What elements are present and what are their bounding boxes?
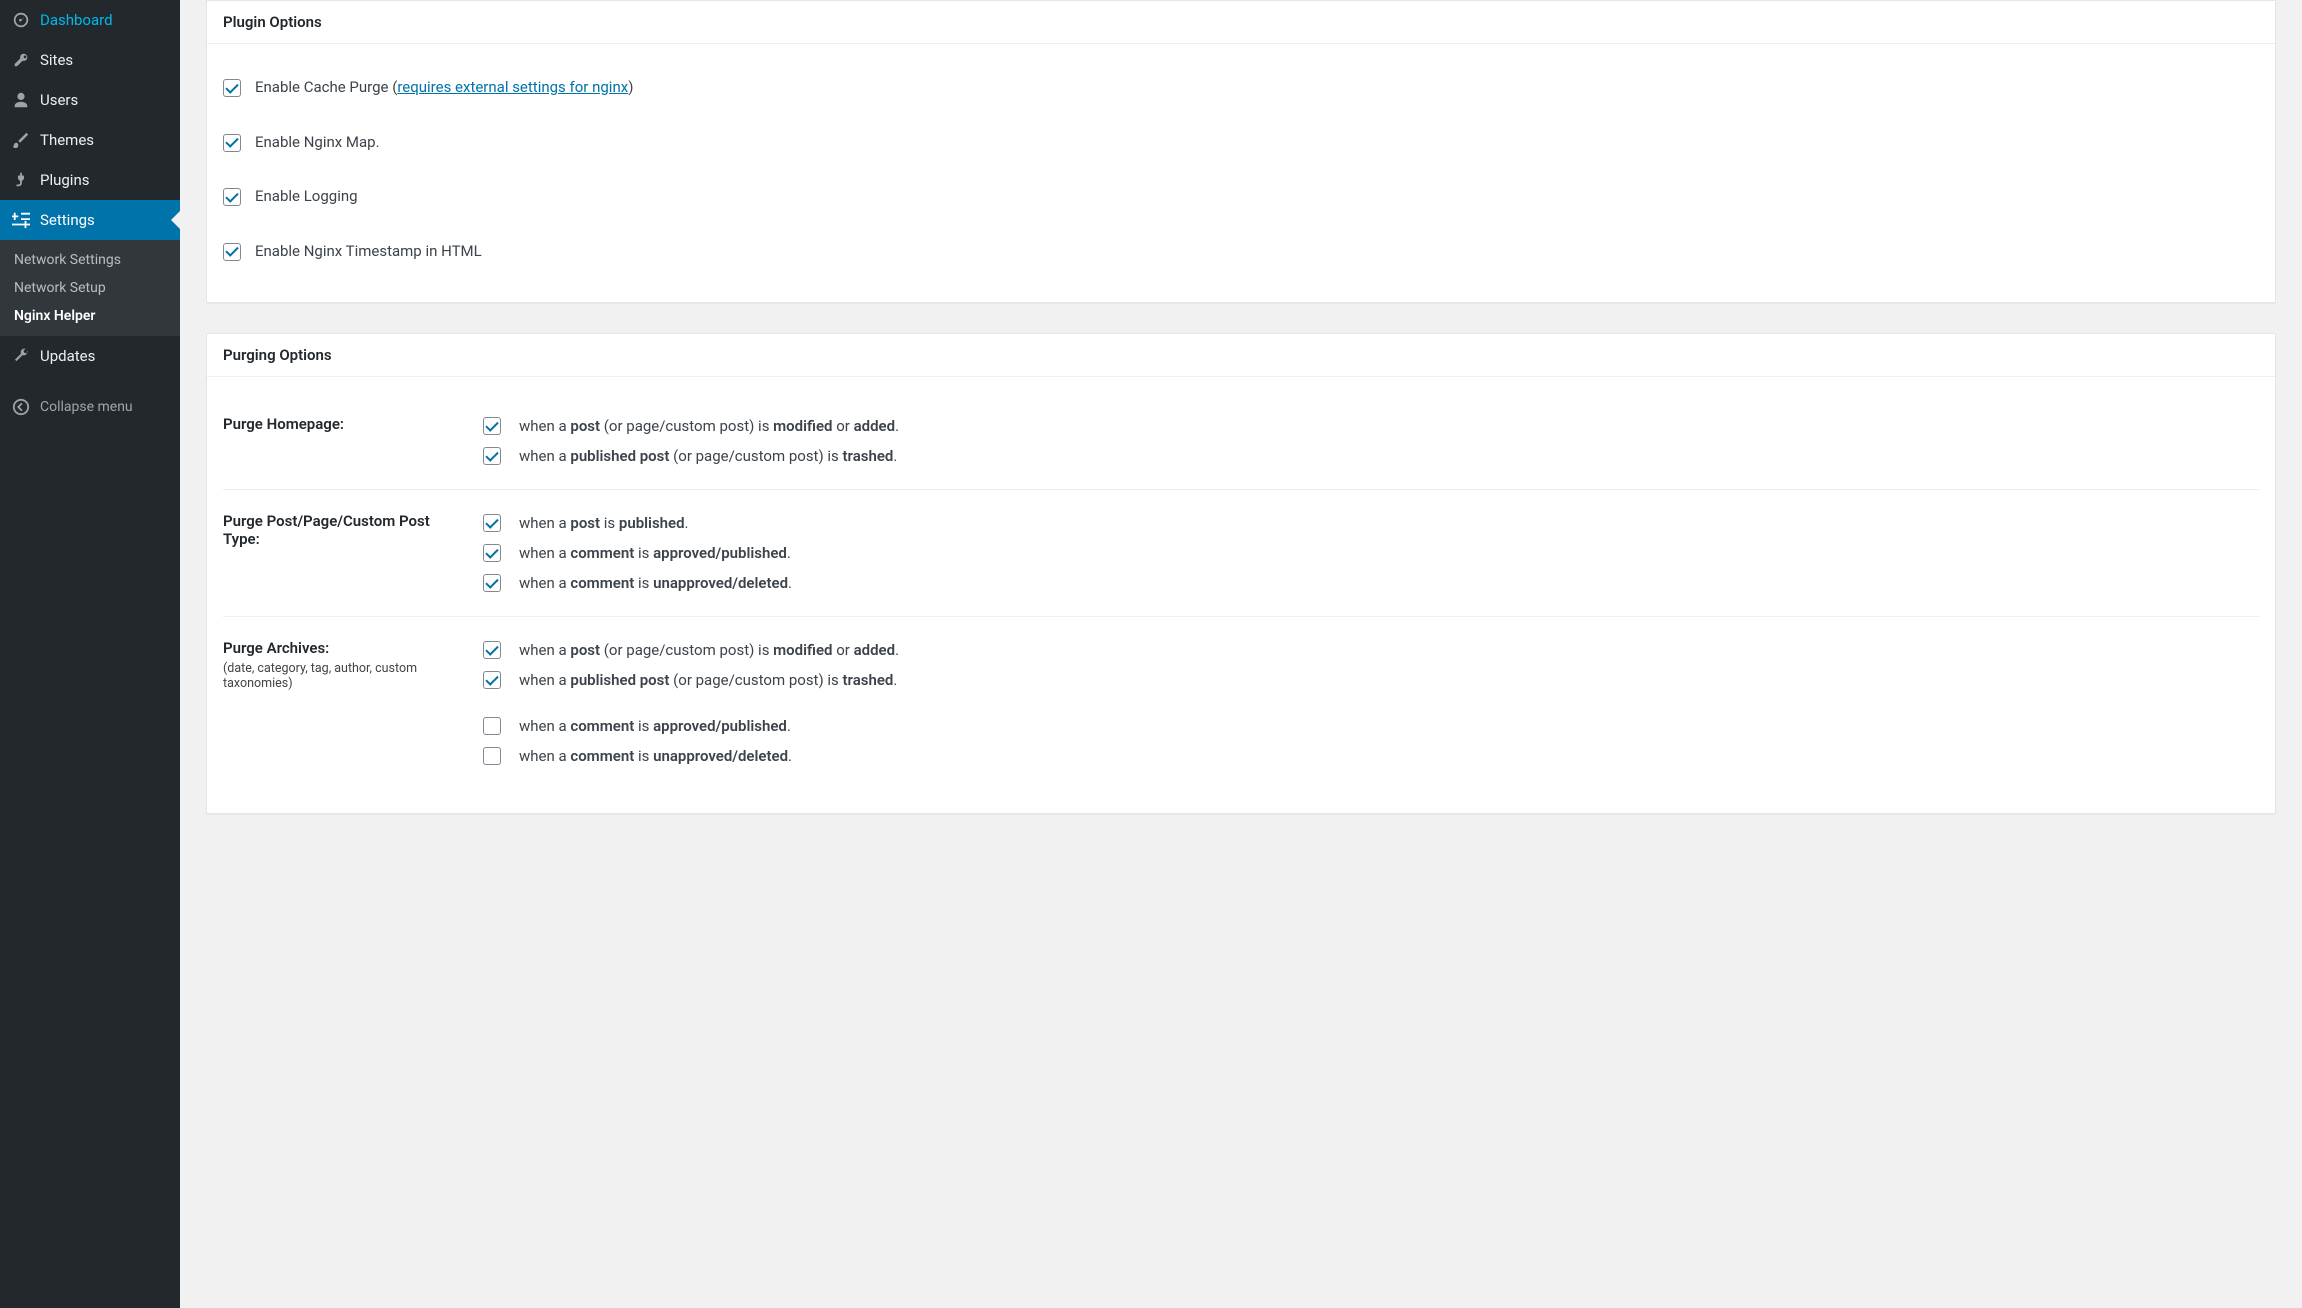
opt-post-published: when a post is published. — [483, 508, 2259, 538]
checkbox-enable-logging[interactable] — [223, 188, 241, 206]
option-enable-timestamp: Enable Nginx Timestamp in HTML — [223, 224, 2259, 279]
text: ) — [628, 78, 633, 96]
section-purge-post: Purge Post/Page/Custom Post Type: when a… — [223, 489, 2259, 616]
checkbox-enable-cache-purge[interactable] — [223, 79, 241, 97]
option-label: when a published post (or page/custom po… — [519, 671, 897, 689]
sidebar-item-label: Users — [40, 91, 78, 109]
postbox-title: Purging Options — [207, 334, 2275, 377]
option-label: Enable Nginx Map. — [255, 131, 380, 154]
collapse-menu-label: Collapse menu — [40, 399, 133, 415]
checkbox-enable-nginx-map[interactable] — [223, 134, 241, 152]
main-content: Plugin Options Enable Cache Purge (requi… — [180, 0, 2302, 1308]
sliders-icon — [10, 210, 32, 230]
checkbox[interactable] — [483, 447, 501, 465]
sidebar-item-label: Themes — [40, 131, 94, 149]
collapse-menu[interactable]: Collapse menu — [0, 388, 180, 426]
opt-archives-published-post-trashed: when a published post (or page/custom po… — [483, 665, 2259, 695]
sidebar-item-label: Dashboard — [40, 11, 113, 29]
checkbox[interactable] — [483, 747, 501, 765]
option-label: when a post (or page/custom post) is mod… — [519, 417, 899, 435]
brush-icon — [10, 130, 32, 150]
checkbox[interactable] — [483, 544, 501, 562]
option-label: Enable Logging — [255, 185, 358, 208]
submenu-network-setup[interactable]: Network Setup — [0, 274, 180, 302]
section-purge-archives: Purge Archives: (date, category, tag, au… — [223, 616, 2259, 789]
plug-icon — [10, 170, 32, 190]
checkbox[interactable] — [483, 574, 501, 592]
sidebar-item-plugins[interactable]: Plugins — [0, 160, 180, 200]
opt-post-comment-approved: when a comment is approved/published. — [483, 538, 2259, 568]
collapse-icon — [10, 398, 32, 416]
sidebar-item-label: Sites — [40, 51, 73, 69]
user-icon — [10, 90, 32, 110]
submenu-network-settings[interactable]: Network Settings — [0, 246, 180, 274]
option-label: Enable Cache Purge (requires external se… — [255, 76, 633, 99]
opt-archives-post-modified-added: when a post (or page/custom post) is mod… — [483, 635, 2259, 665]
section-label: Purge Archives: (date, category, tag, au… — [223, 635, 483, 771]
checkbox[interactable] — [483, 671, 501, 689]
option-label: when a published post (or page/custom po… — [519, 447, 897, 465]
opt-post-comment-unapproved: when a comment is unapproved/deleted. — [483, 568, 2259, 598]
option-label: Enable Nginx Timestamp in HTML — [255, 240, 482, 263]
sidebar-item-sites[interactable]: Sites — [0, 40, 180, 80]
dashboard-icon — [10, 10, 32, 30]
key-icon — [10, 50, 32, 70]
checkbox-enable-timestamp[interactable] — [223, 243, 241, 261]
checkbox[interactable] — [483, 717, 501, 735]
section-purge-homepage: Purge Homepage: when a post (or page/cus… — [223, 393, 2259, 489]
sidebar-item-settings[interactable]: Settings — [0, 200, 180, 240]
opt-homepage-published-post-trashed: when a published post (or page/custom po… — [483, 441, 2259, 471]
option-label: when a comment is unapproved/deleted. — [519, 747, 792, 765]
option-enable-logging: Enable Logging — [223, 169, 2259, 224]
opt-homepage-post-modified-added: when a post (or page/custom post) is mod… — [483, 411, 2259, 441]
sidebar-item-dashboard[interactable]: Dashboard — [0, 0, 180, 40]
submenu-nginx-helper[interactable]: Nginx Helper — [0, 302, 180, 330]
admin-sidebar: Dashboard Sites Users Themes Plugins — [0, 0, 180, 1308]
option-label: when a comment is approved/published. — [519, 717, 791, 735]
link-external-nginx-settings[interactable]: requires external settings for nginx — [397, 78, 628, 96]
sidebar-item-label: Settings — [40, 211, 95, 229]
section-label: Purge Homepage: — [223, 411, 483, 471]
wrench-icon — [10, 346, 32, 366]
postbox-purging-options: Purging Options Purge Homepage: when a p… — [206, 333, 2276, 814]
opt-archives-comment-unapproved: when a comment is unapproved/deleted. — [483, 741, 2259, 771]
sublabel: (date, category, tag, author, custom tax… — [223, 661, 467, 691]
option-label: when a comment is unapproved/deleted. — [519, 574, 792, 592]
checkbox[interactable] — [483, 417, 501, 435]
option-enable-cache-purge: Enable Cache Purge (requires external se… — [223, 60, 2259, 115]
settings-submenu: Network Settings Network Setup Nginx Hel… — [0, 240, 180, 336]
postbox-title: Plugin Options — [207, 1, 2275, 44]
sidebar-item-users[interactable]: Users — [0, 80, 180, 120]
sidebar-item-label: Updates — [40, 347, 95, 365]
checkbox[interactable] — [483, 641, 501, 659]
option-enable-nginx-map: Enable Nginx Map. — [223, 115, 2259, 170]
option-label: when a post (or page/custom post) is mod… — [519, 641, 899, 659]
option-label: when a comment is approved/published. — [519, 544, 791, 562]
sidebar-item-updates[interactable]: Updates — [0, 336, 180, 376]
opt-archives-comment-approved: when a comment is approved/published. — [483, 711, 2259, 741]
option-label: when a post is published. — [519, 514, 689, 532]
text: Enable Cache Purge ( — [255, 78, 397, 96]
postbox-plugin-options: Plugin Options Enable Cache Purge (requi… — [206, 0, 2276, 303]
checkbox[interactable] — [483, 514, 501, 532]
sidebar-item-themes[interactable]: Themes — [0, 120, 180, 160]
sidebar-item-label: Plugins — [40, 171, 89, 189]
section-label: Purge Post/Page/Custom Post Type: — [223, 508, 483, 598]
text: Purge Archives: — [223, 639, 329, 657]
